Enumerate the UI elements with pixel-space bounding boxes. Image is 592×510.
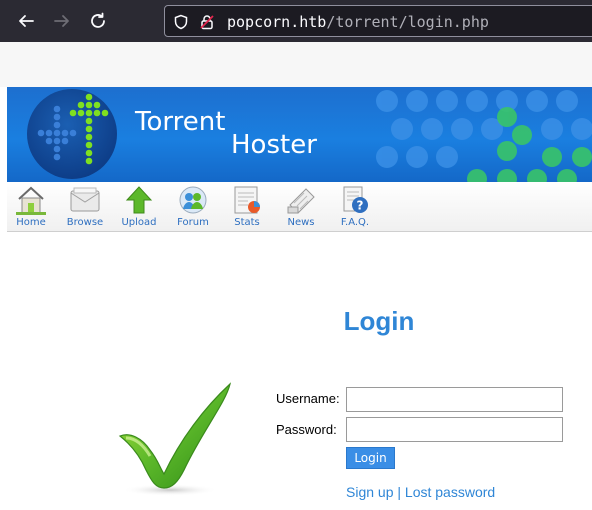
- menu-label-browse: Browse: [66, 217, 104, 228]
- menu-label-home: Home: [16, 217, 46, 228]
- login-links: Sign up | Lost password: [346, 484, 495, 500]
- shield-icon[interactable]: [173, 14, 189, 30]
- banner-decoration: [376, 90, 592, 182]
- menu-label-forum: Forum: [177, 217, 209, 228]
- url-bar[interactable]: popcorn.htb/torrent/login.php: [164, 5, 592, 37]
- username-label: Username:: [276, 391, 340, 406]
- menu-item-forum[interactable]: Forum: [169, 185, 217, 231]
- stats-icon: [234, 186, 260, 214]
- site-title-line2: Hoster: [231, 130, 317, 160]
- link-separator: |: [397, 484, 402, 500]
- faq-icon: ?: [343, 186, 368, 213]
- main-menu: Home Browse Upload Forum Stats News ? F.…: [7, 182, 592, 232]
- sign-up-link[interactable]: Sign up: [346, 484, 393, 500]
- url-host: popcorn.htb: [227, 13, 327, 31]
- insecure-lock-icon[interactable]: [199, 14, 215, 30]
- reload-icon[interactable]: [86, 9, 110, 33]
- logo-arrow-dots: [37, 93, 109, 165]
- menu-item-browse[interactable]: Browse: [61, 185, 109, 231]
- url-text[interactable]: popcorn.htb/torrent/login.php: [227, 13, 489, 31]
- url-path: /torrent/login.php: [326, 13, 489, 31]
- login-heading: Login: [343, 306, 415, 336]
- username-field[interactable]: [346, 387, 563, 412]
- menu-label-faq: F.A.Q.: [340, 217, 370, 228]
- forum-icon: [179, 186, 207, 214]
- home-icon: [16, 186, 46, 215]
- menu-label-news: News: [287, 217, 315, 228]
- site-logo-icon: [27, 89, 117, 179]
- menu-label-upload: Upload: [121, 217, 157, 228]
- menu-item-upload[interactable]: Upload: [115, 185, 163, 231]
- site-banner: Torrent Hoster: [7, 87, 592, 182]
- svg-text:?: ?: [357, 199, 364, 213]
- menu-item-stats[interactable]: Stats: [223, 185, 271, 231]
- checkmark-icon: [118, 382, 232, 496]
- menu-item-faq[interactable]: ? F.A.Q.: [331, 185, 379, 231]
- upload-icon: [125, 186, 153, 214]
- menu-item-home[interactable]: Home: [7, 185, 55, 231]
- browse-icon: [70, 187, 100, 212]
- news-icon: [287, 188, 315, 214]
- menu-label-stats: Stats: [234, 217, 260, 228]
- login-button[interactable]: Login: [346, 447, 395, 469]
- page-top-band: [0, 42, 592, 87]
- lost-password-link[interactable]: Lost password: [405, 484, 495, 500]
- back-icon[interactable]: [14, 9, 38, 33]
- browser-toolbar: popcorn.htb/torrent/login.php: [0, 0, 592, 42]
- site-title-line1: Torrent: [135, 107, 226, 137]
- password-field[interactable]: [346, 417, 563, 442]
- menu-item-news[interactable]: News: [277, 185, 325, 231]
- forward-icon[interactable]: [50, 9, 74, 33]
- password-label: Password:: [276, 422, 337, 437]
